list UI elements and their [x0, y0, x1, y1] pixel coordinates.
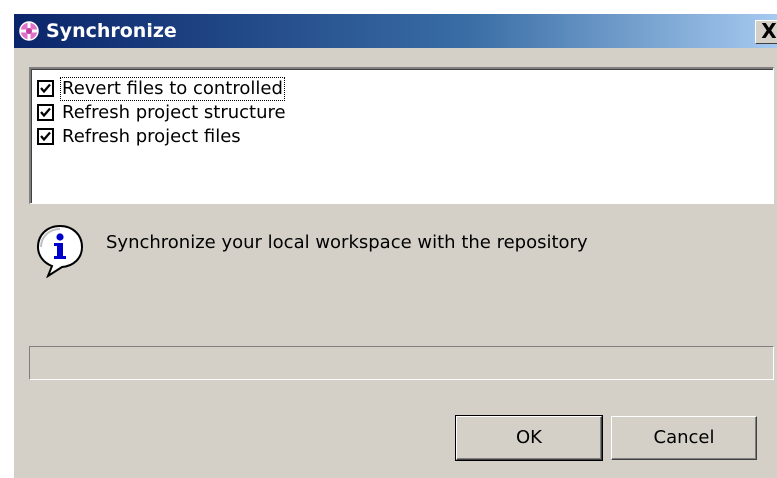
ok-button[interactable]: OK	[455, 415, 603, 461]
checkmark-icon	[40, 107, 51, 118]
synchronize-dialog: Synchronize X Revert files to controlled…	[12, 12, 777, 478]
window-title: Synchronize	[46, 20, 177, 42]
info-message: Synchronize your local workspace with th…	[106, 232, 588, 253]
cancel-button[interactable]: Cancel	[611, 416, 757, 460]
checkbox-revert-files[interactable]	[37, 80, 54, 97]
option-label: Refresh project structure	[62, 102, 286, 123]
synchronize-app-icon	[19, 21, 39, 41]
option-label: Revert files to controlled	[60, 77, 285, 101]
option-label: Refresh project files	[62, 126, 241, 147]
checkbox-refresh-files[interactable]	[37, 128, 54, 145]
close-button[interactable]: X	[755, 20, 777, 44]
progress-bar	[29, 346, 774, 380]
checkmark-icon	[40, 131, 51, 142]
checkmark-icon	[40, 83, 51, 94]
options-list: Revert files to controlled Refresh proje…	[29, 67, 774, 204]
title-bar[interactable]: Synchronize X	[14, 14, 777, 48]
info-icon	[36, 224, 84, 278]
close-icon: X	[761, 19, 777, 43]
checkbox-refresh-structure[interactable]	[37, 104, 54, 121]
